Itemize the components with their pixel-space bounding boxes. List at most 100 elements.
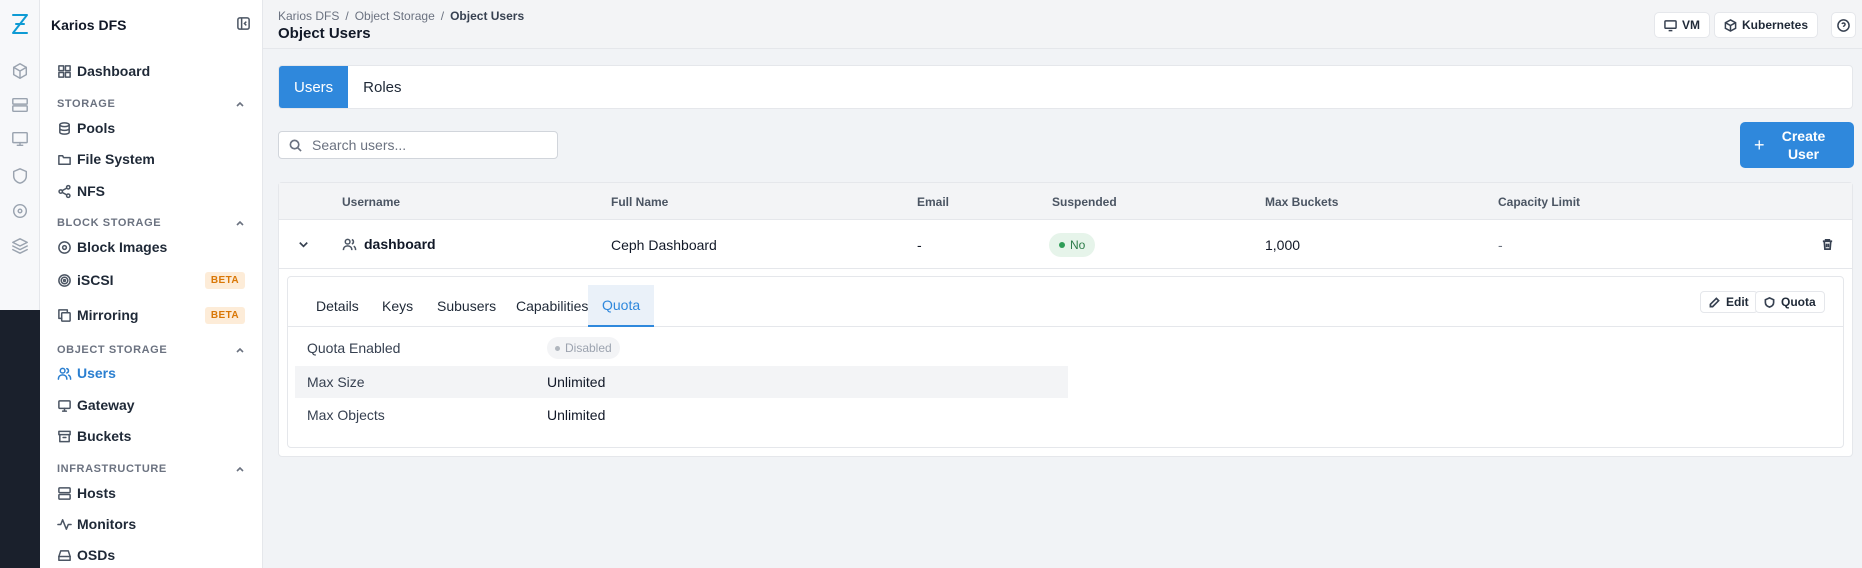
suspended-badge: No: [1049, 233, 1096, 257]
chevron-down-icon[interactable]: [297, 238, 310, 254]
sidebar-item-pools[interactable]: Pools: [57, 115, 245, 141]
server-icon: [58, 486, 71, 500]
cell-email: -: [917, 237, 922, 253]
beta-badge: BETA: [204, 306, 245, 324]
quota-enabled-label: Quota Enabled: [307, 340, 401, 356]
section-label: OBJECT STORAGE: [57, 344, 168, 356]
layers-icon[interactable]: [9, 235, 31, 257]
edit-label: Edit: [1726, 295, 1749, 309]
column-header-max-buckets[interactable]: Max Buckets: [1265, 195, 1338, 209]
breadcrumb-item[interactable]: Object Storage: [355, 9, 435, 23]
section-storage[interactable]: STORAGE: [57, 96, 245, 112]
breadcrumb-item[interactable]: Karios DFS: [278, 9, 339, 23]
quota-button[interactable]: Quota: [1755, 291, 1825, 313]
sidebar-item-file-system[interactable]: File System: [57, 146, 245, 172]
column-header-suspended[interactable]: Suspended: [1052, 195, 1117, 209]
status-badge: Disabled: [547, 337, 620, 359]
monitor-icon: [1664, 19, 1677, 31]
target-icon: [58, 273, 71, 287]
tab-bar: Users Roles: [278, 65, 1853, 109]
sidebar-item-label: Hosts: [77, 485, 116, 501]
sidebar-item-dashboard[interactable]: Dashboard: [57, 58, 245, 84]
vm-label: VM: [1682, 18, 1700, 32]
tab-quota[interactable]: Quota: [588, 285, 655, 327]
column-header-username[interactable]: Username: [342, 195, 400, 209]
sidebar-item-block-images[interactable]: Block Images: [57, 234, 245, 260]
table-row[interactable]: dashboard Ceph Dashboard - No 1,000 -: [279, 220, 1852, 269]
section-label: BLOCK STORAGE: [57, 217, 162, 229]
sidebar-item-nfs[interactable]: NFS: [57, 178, 245, 204]
cell-max-buckets: 1,000: [1265, 237, 1301, 253]
sidebar-item-osds[interactable]: OSDs: [57, 542, 245, 568]
quota-row: Max Size Unlimited: [295, 366, 1068, 398]
sidebar-item-label: NFS: [77, 183, 105, 199]
detail-tab-bar: Details Keys Subusers Capabilities Quota…: [288, 277, 1843, 327]
tab-roles[interactable]: Roles: [348, 66, 416, 108]
quota-label: Quota: [1781, 295, 1816, 309]
edit-button[interactable]: Edit: [1700, 291, 1758, 313]
breadcrumb-separator: /: [440, 9, 445, 23]
sidebar-item-label: Buckets: [77, 428, 132, 444]
sidebar-collapse-icon[interactable]: [236, 16, 251, 34]
breadcrumb-current: Object Users: [450, 9, 525, 23]
cube-icon[interactable]: [9, 60, 31, 82]
max-objects-value: Unlimited: [547, 407, 606, 423]
page-title: Object Users: [278, 25, 371, 42]
sidebar-item-label: File System: [77, 151, 155, 167]
activity-icon: [57, 518, 72, 530]
monitor-icon[interactable]: [9, 128, 31, 150]
section-label: STORAGE: [57, 98, 116, 110]
server-icon[interactable]: [9, 94, 31, 116]
user-detail-panel: Details Keys Subusers Capabilities Quota…: [287, 276, 1844, 448]
sidebar-item-users[interactable]: Users: [57, 360, 245, 386]
sidebar-item-monitors[interactable]: Monitors: [57, 511, 245, 537]
tab-users[interactable]: Users: [279, 66, 349, 108]
quota-enabled-value: Disabled: [565, 341, 612, 355]
database-icon: [59, 121, 70, 135]
sidebar-item-label: Gateway: [77, 397, 135, 413]
chevron-up-icon: [236, 220, 244, 226]
kubernetes-icon[interactable]: [9, 200, 31, 222]
column-header-email[interactable]: Email: [917, 195, 949, 209]
icon-rail: [0, 0, 40, 568]
section-infrastructure[interactable]: INFRASTRUCTURE: [57, 461, 245, 477]
column-header-capacity-limit[interactable]: Capacity Limit: [1498, 195, 1580, 209]
app-title: Karios DFS: [51, 16, 127, 33]
kubernetes-button[interactable]: Kubernetes: [1714, 12, 1819, 38]
sidebar-item-iscsi[interactable]: iSCSI BETA: [57, 267, 245, 293]
app-logo-icon[interactable]: [9, 13, 31, 35]
sidebar-item-buckets[interactable]: Buckets: [57, 423, 245, 449]
sidebar-item-hosts[interactable]: Hosts: [57, 480, 245, 506]
sidebar-item-label: Block Images: [77, 239, 168, 255]
help-button[interactable]: [1831, 12, 1856, 38]
tab-details[interactable]: Details: [302, 285, 373, 327]
users-table: Username Full Name Email Suspended Max B…: [278, 182, 1853, 457]
cell-capacity-limit: -: [1498, 237, 1503, 253]
chevron-up-icon: [236, 347, 244, 353]
column-header-full-name[interactable]: Full Name: [611, 195, 668, 209]
section-block-storage[interactable]: BLOCK STORAGE: [57, 215, 245, 231]
sidebar: Karios DFS Dashboard STORAGE Pools File …: [40, 0, 263, 568]
tab-subusers[interactable]: Subusers: [423, 285, 510, 327]
search-input[interactable]: [312, 137, 542, 153]
shield-icon[interactable]: [9, 165, 31, 187]
shield-icon: [1764, 296, 1775, 308]
section-object-storage[interactable]: OBJECT STORAGE: [57, 342, 245, 358]
disc-icon: [58, 240, 71, 254]
sidebar-item-gateway[interactable]: Gateway: [57, 392, 245, 418]
sidebar-item-label: Users: [77, 365, 116, 381]
sidebar-item-mirroring[interactable]: Mirroring BETA: [57, 302, 245, 328]
sidebar-item-label: Pools: [77, 120, 116, 136]
vm-button[interactable]: VM: [1654, 12, 1710, 38]
trash-icon[interactable]: [1821, 238, 1834, 254]
create-user-button[interactable]: + Create User: [1740, 122, 1854, 168]
plus-icon: +: [1754, 134, 1765, 155]
chevron-up-icon: [236, 101, 244, 107]
quota-row: Max Objects Unlimited: [295, 399, 1068, 431]
status-dot: [555, 345, 560, 351]
search-box: [278, 131, 558, 159]
tab-keys[interactable]: Keys: [368, 285, 427, 327]
search-icon: [289, 139, 302, 152]
sidebar-item-label: iSCSI: [77, 272, 114, 288]
cell-username: dashboard: [342, 236, 436, 252]
